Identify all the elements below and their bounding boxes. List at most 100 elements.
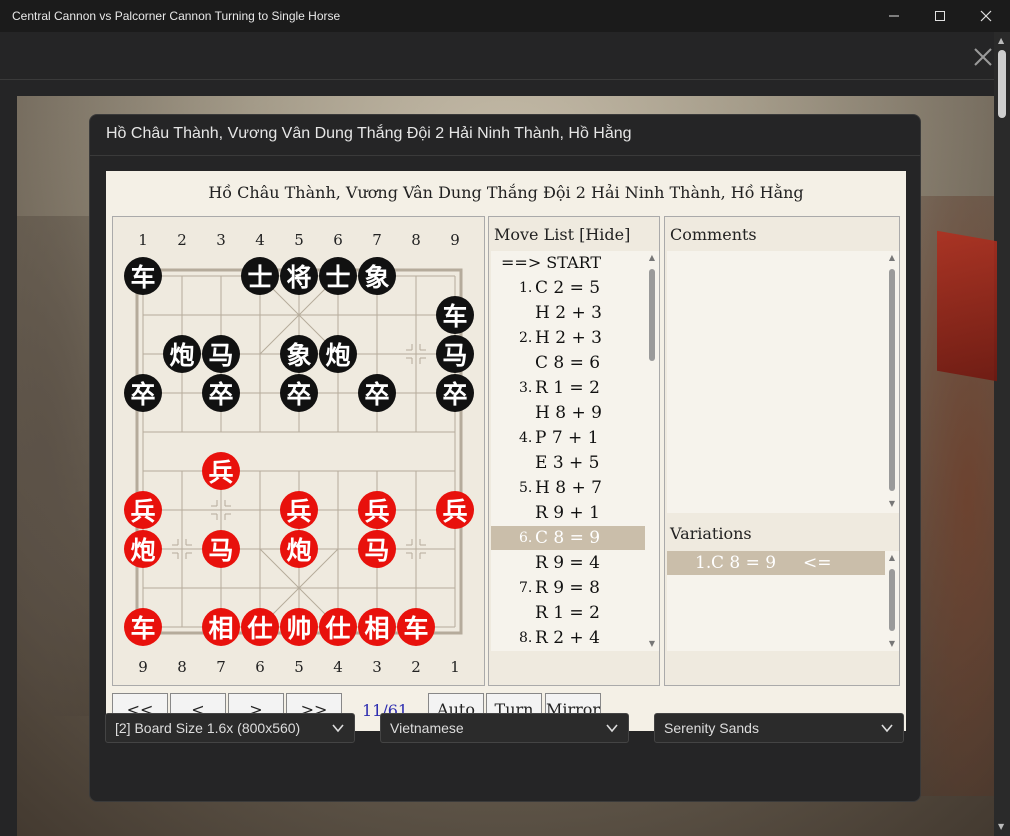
move-notation: R 1 = 2 — [535, 603, 600, 623]
red-piece[interactable]: 仕 — [241, 608, 279, 646]
red-piece[interactable]: 车 — [124, 608, 162, 646]
black-piece[interactable]: 卒 — [280, 374, 318, 412]
red-piece[interactable]: 马 — [358, 530, 396, 568]
comments-scrollbar[interactable]: ▲ ▼ — [887, 253, 897, 511]
black-piece[interactable]: 炮 — [163, 335, 201, 373]
scroll-up-icon[interactable]: ▲ — [647, 253, 657, 262]
move-notation: H 8 + 7 — [535, 478, 602, 498]
scroll-up-icon[interactable]: ▲ — [887, 553, 897, 562]
black-piece[interactable]: 士 — [319, 257, 357, 295]
move-number: 6. — [519, 530, 533, 546]
black-piece[interactable]: 马 — [202, 335, 240, 373]
red-piece[interactable]: 兵 — [280, 491, 318, 529]
red-piece[interactable]: 兵 — [436, 491, 474, 529]
move-list-scroll-thumb[interactable] — [649, 269, 655, 361]
variations-scrollbar[interactable]: ▲ ▼ — [887, 553, 897, 651]
file-number: 3 — [372, 658, 382, 676]
red-piece[interactable]: 帅 — [280, 608, 318, 646]
scroll-down-icon[interactable]: ▼ — [887, 499, 897, 508]
app-area: ▲ ▼ Hồ Châu Thành, Vương Vân Dung Thắng … — [0, 32, 1010, 836]
variations-list: 1. C 8 = 9 <= — [667, 551, 899, 651]
variations-scroll-thumb[interactable] — [889, 569, 895, 631]
page-scroll-thumb[interactable] — [998, 50, 1006, 118]
move-list-scrollbar[interactable]: ▲ ▼ — [647, 253, 657, 651]
minimize-button[interactable] — [871, 0, 917, 32]
move-notation: R 9 = 8 — [535, 578, 600, 598]
red-piece[interactable]: 兵 — [358, 491, 396, 529]
window-title: Central Cannon vs Palcorner Cannon Turni… — [12, 9, 341, 23]
board-size-select[interactable]: [2] Board Size 1.6x (800x560) — [105, 713, 355, 743]
move-row[interactable]: R 9 = 4 — [491, 551, 645, 575]
scroll-up-icon[interactable]: ▲ — [998, 36, 1004, 45]
move-row[interactable]: 2. H 2 + 3 — [491, 326, 645, 350]
red-piece[interactable]: 炮 — [280, 530, 318, 568]
move-number: 2. — [519, 330, 533, 346]
scroll-down-icon[interactable]: ▼ — [647, 639, 657, 648]
red-piece[interactable]: 相 — [358, 608, 396, 646]
move-list-panel: Move List [Hide] ==> START 1. C 2 = 5 H 2 +… — [488, 216, 660, 686]
move-number: 5. — [519, 480, 533, 496]
move-row[interactable]: 5. H 8 + 7 — [491, 476, 645, 500]
file-number: 1 — [450, 658, 460, 676]
move-row[interactable]: H 2 + 3 — [491, 301, 645, 325]
black-piece[interactable]: 马 — [436, 335, 474, 373]
red-piece[interactable]: 马 — [202, 530, 240, 568]
black-piece[interactable]: 象 — [280, 335, 318, 373]
move-row[interactable]: 3. R 1 = 2 — [491, 376, 645, 400]
dialog-close-icon[interactable] — [970, 44, 996, 70]
maximize-icon — [935, 11, 945, 21]
move-row[interactable]: C 8 = 6 — [491, 351, 645, 375]
red-piece[interactable]: 兵 — [202, 452, 240, 490]
comments-text[interactable] — [667, 251, 899, 513]
move-notation: ==> START — [501, 253, 602, 272]
scroll-down-icon[interactable]: ▼ — [998, 822, 1004, 831]
comments-scroll-thumb[interactable] — [889, 269, 895, 491]
black-piece[interactable]: 卒 — [202, 374, 240, 412]
game-panel: Hồ Châu Thành, Vương Vân Dung Thắng Đội … — [106, 171, 906, 731]
move-row[interactable]: R 9 + 1 — [491, 501, 645, 525]
window-close-button[interactable] — [963, 0, 1009, 32]
black-piece[interactable]: 卒 — [124, 374, 162, 412]
red-piece[interactable]: 仕 — [319, 608, 357, 646]
black-piece[interactable]: 士 — [241, 257, 279, 295]
scroll-up-icon[interactable]: ▲ — [887, 253, 897, 262]
black-piece[interactable]: 卒 — [436, 374, 474, 412]
move-row[interactable]: E 3 + 5 — [491, 451, 645, 475]
file-number: 6 — [255, 658, 265, 676]
black-piece[interactable]: 卒 — [358, 374, 396, 412]
theme-select[interactable]: Serenity Sands — [654, 713, 904, 743]
black-piece[interactable]: 车 — [124, 257, 162, 295]
page-scrollbar[interactable]: ▲ ▼ — [994, 32, 1010, 836]
move-row[interactable]: 4. P 7 + 1 — [491, 426, 645, 450]
scroll-down-icon[interactable]: ▼ — [887, 639, 897, 648]
game-dialog: Hồ Châu Thành, Vương Vân Dung Thắng Đội … — [89, 114, 921, 802]
theme-value: Serenity Sands — [664, 720, 759, 736]
black-piece[interactable]: 车 — [436, 296, 474, 334]
move-row[interactable]: 1. C 2 = 5 — [491, 276, 645, 300]
black-piece[interactable]: 象 — [358, 257, 396, 295]
move-row[interactable]: H 8 + 9 — [491, 401, 645, 425]
language-select[interactable]: Vietnamese — [380, 713, 629, 743]
move-row[interactable]: ==> START — [491, 251, 645, 275]
red-piece[interactable]: 相 — [202, 608, 240, 646]
black-piece[interactable]: 炮 — [319, 335, 357, 373]
move-row[interactable]: 8. R 2 + 4 — [491, 626, 645, 650]
red-piece[interactable]: 车 — [397, 608, 435, 646]
variations-header: Variations — [670, 524, 752, 543]
chevron-down-icon — [606, 724, 618, 733]
red-piece[interactable]: 炮 — [124, 530, 162, 568]
move-notation: E 3 + 5 — [535, 453, 600, 473]
maximize-button[interactable] — [917, 0, 963, 32]
dialog-divider — [90, 155, 920, 156]
variation-item[interactable]: 1. C 8 = 9 <= — [667, 551, 885, 575]
move-list-header[interactable]: Move List [Hide] — [494, 225, 630, 244]
move-row[interactable]: 6. C 8 = 9 — [491, 526, 645, 550]
move-notation: R 1 = 2 — [535, 378, 600, 398]
game-heading: Hồ Châu Thành, Vương Vân Dung Thắng Đội … — [208, 183, 804, 202]
move-row[interactable]: 7. R 9 = 8 — [491, 576, 645, 600]
black-piece[interactable]: 将 — [280, 257, 318, 295]
red-piece[interactable]: 兵 — [124, 491, 162, 529]
board-size-value: [2] Board Size 1.6x (800x560) — [115, 720, 301, 736]
file-number: 2 — [411, 658, 421, 676]
move-row[interactable]: R 1 = 2 — [491, 601, 645, 625]
